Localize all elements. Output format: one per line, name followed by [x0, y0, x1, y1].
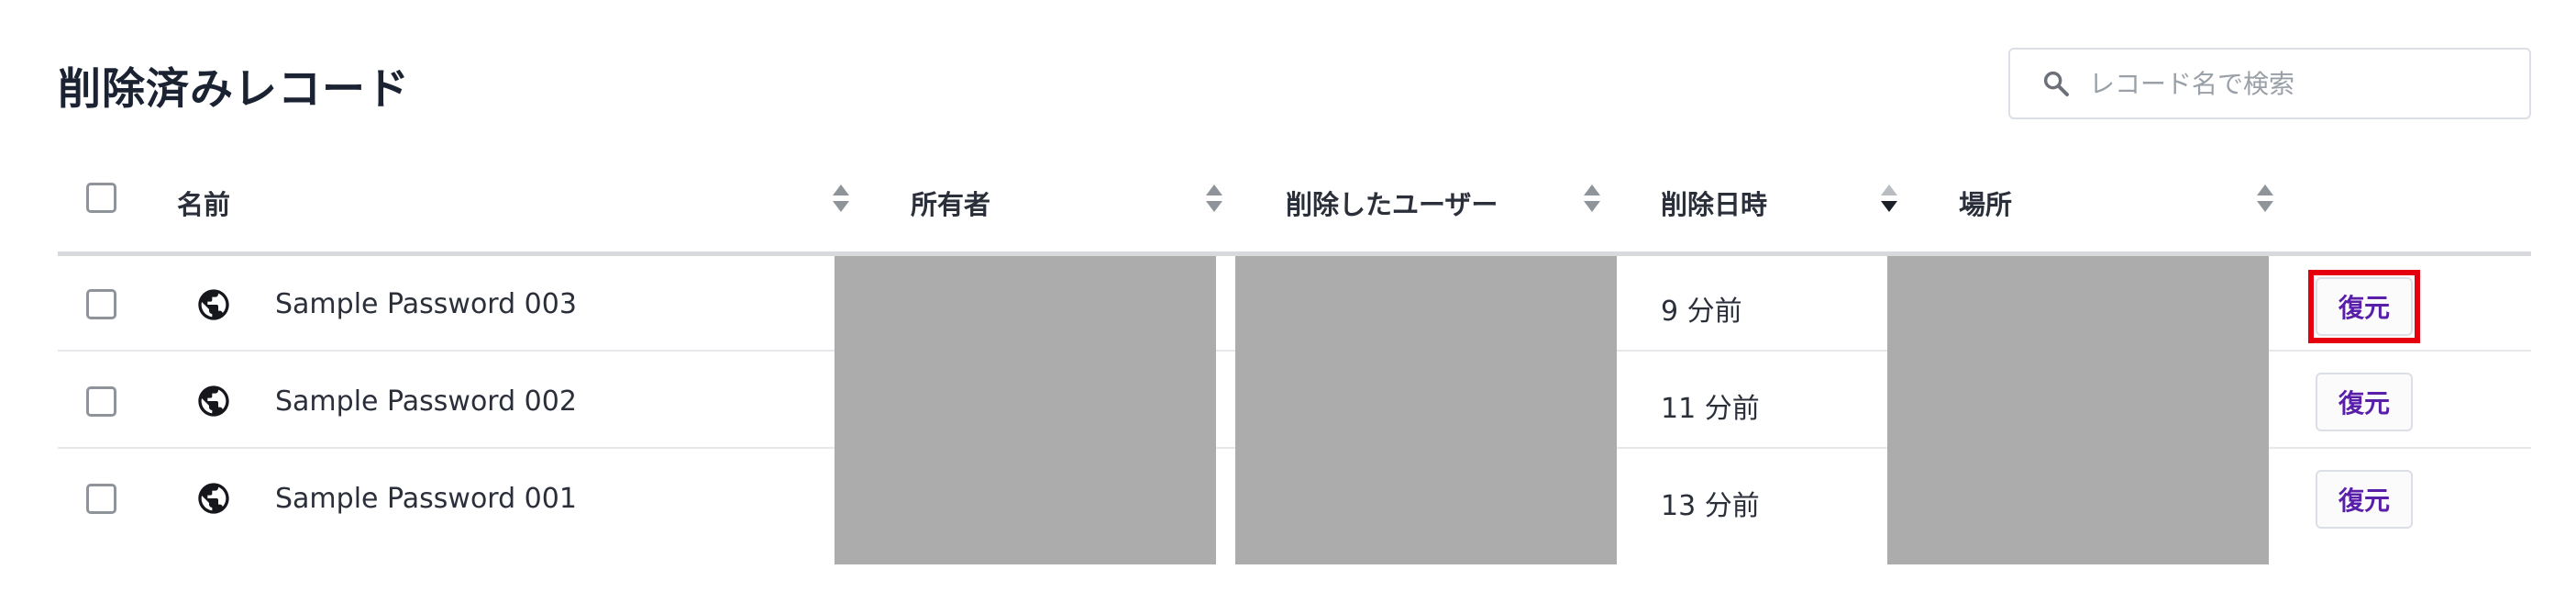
column-header-location[interactable]: 場所 — [1959, 184, 2012, 222]
deleted-at: 13 分前 — [1661, 490, 1760, 522]
restore-button[interactable]: 復元 — [2316, 470, 2413, 529]
column-header-owner[interactable]: 所有者 — [911, 184, 990, 222]
search-box[interactable] — [2008, 48, 2531, 119]
search-icon — [2043, 71, 2069, 96]
globe-icon — [198, 289, 229, 320]
page-title: 削除済みレコード — [58, 64, 410, 115]
search-input[interactable] — [2087, 67, 2494, 100]
column-header-name[interactable]: 名前 — [177, 184, 230, 222]
record-name[interactable]: Sample Password 002 — [275, 385, 577, 418]
restore-button[interactable]: 復元 — [2316, 373, 2413, 431]
deleted-at: 9 分前 — [1661, 296, 1742, 328]
globe-icon — [198, 385, 229, 417]
row-checkbox[interactable] — [86, 386, 116, 417]
column-header-deleted-at[interactable]: 削除日時 — [1661, 184, 1767, 222]
highlight-box — [2308, 270, 2420, 343]
redacted-deleted-by-column — [1235, 256, 1617, 564]
redacted-location-column — [1887, 256, 2269, 564]
row-checkbox[interactable] — [86, 289, 116, 319]
globe-icon — [198, 483, 229, 514]
deleted-at: 11 分前 — [1661, 393, 1760, 425]
sort-icon-name[interactable] — [831, 182, 851, 215]
record-name[interactable]: Sample Password 003 — [275, 288, 577, 320]
sort-icon-location[interactable] — [2255, 182, 2275, 215]
sort-icon-deleted-by[interactable] — [1582, 182, 1602, 215]
sort-icon-owner[interactable] — [1204, 182, 1224, 215]
sort-icon-deleted-at-descending[interactable] — [1879, 182, 1899, 215]
record-name[interactable]: Sample Password 001 — [275, 483, 577, 515]
select-all-checkbox[interactable] — [86, 183, 116, 213]
column-header-deleted-by[interactable]: 削除したユーザー — [1286, 184, 1498, 222]
row-checkbox[interactable] — [86, 484, 116, 514]
redacted-owner-column — [835, 256, 1216, 564]
